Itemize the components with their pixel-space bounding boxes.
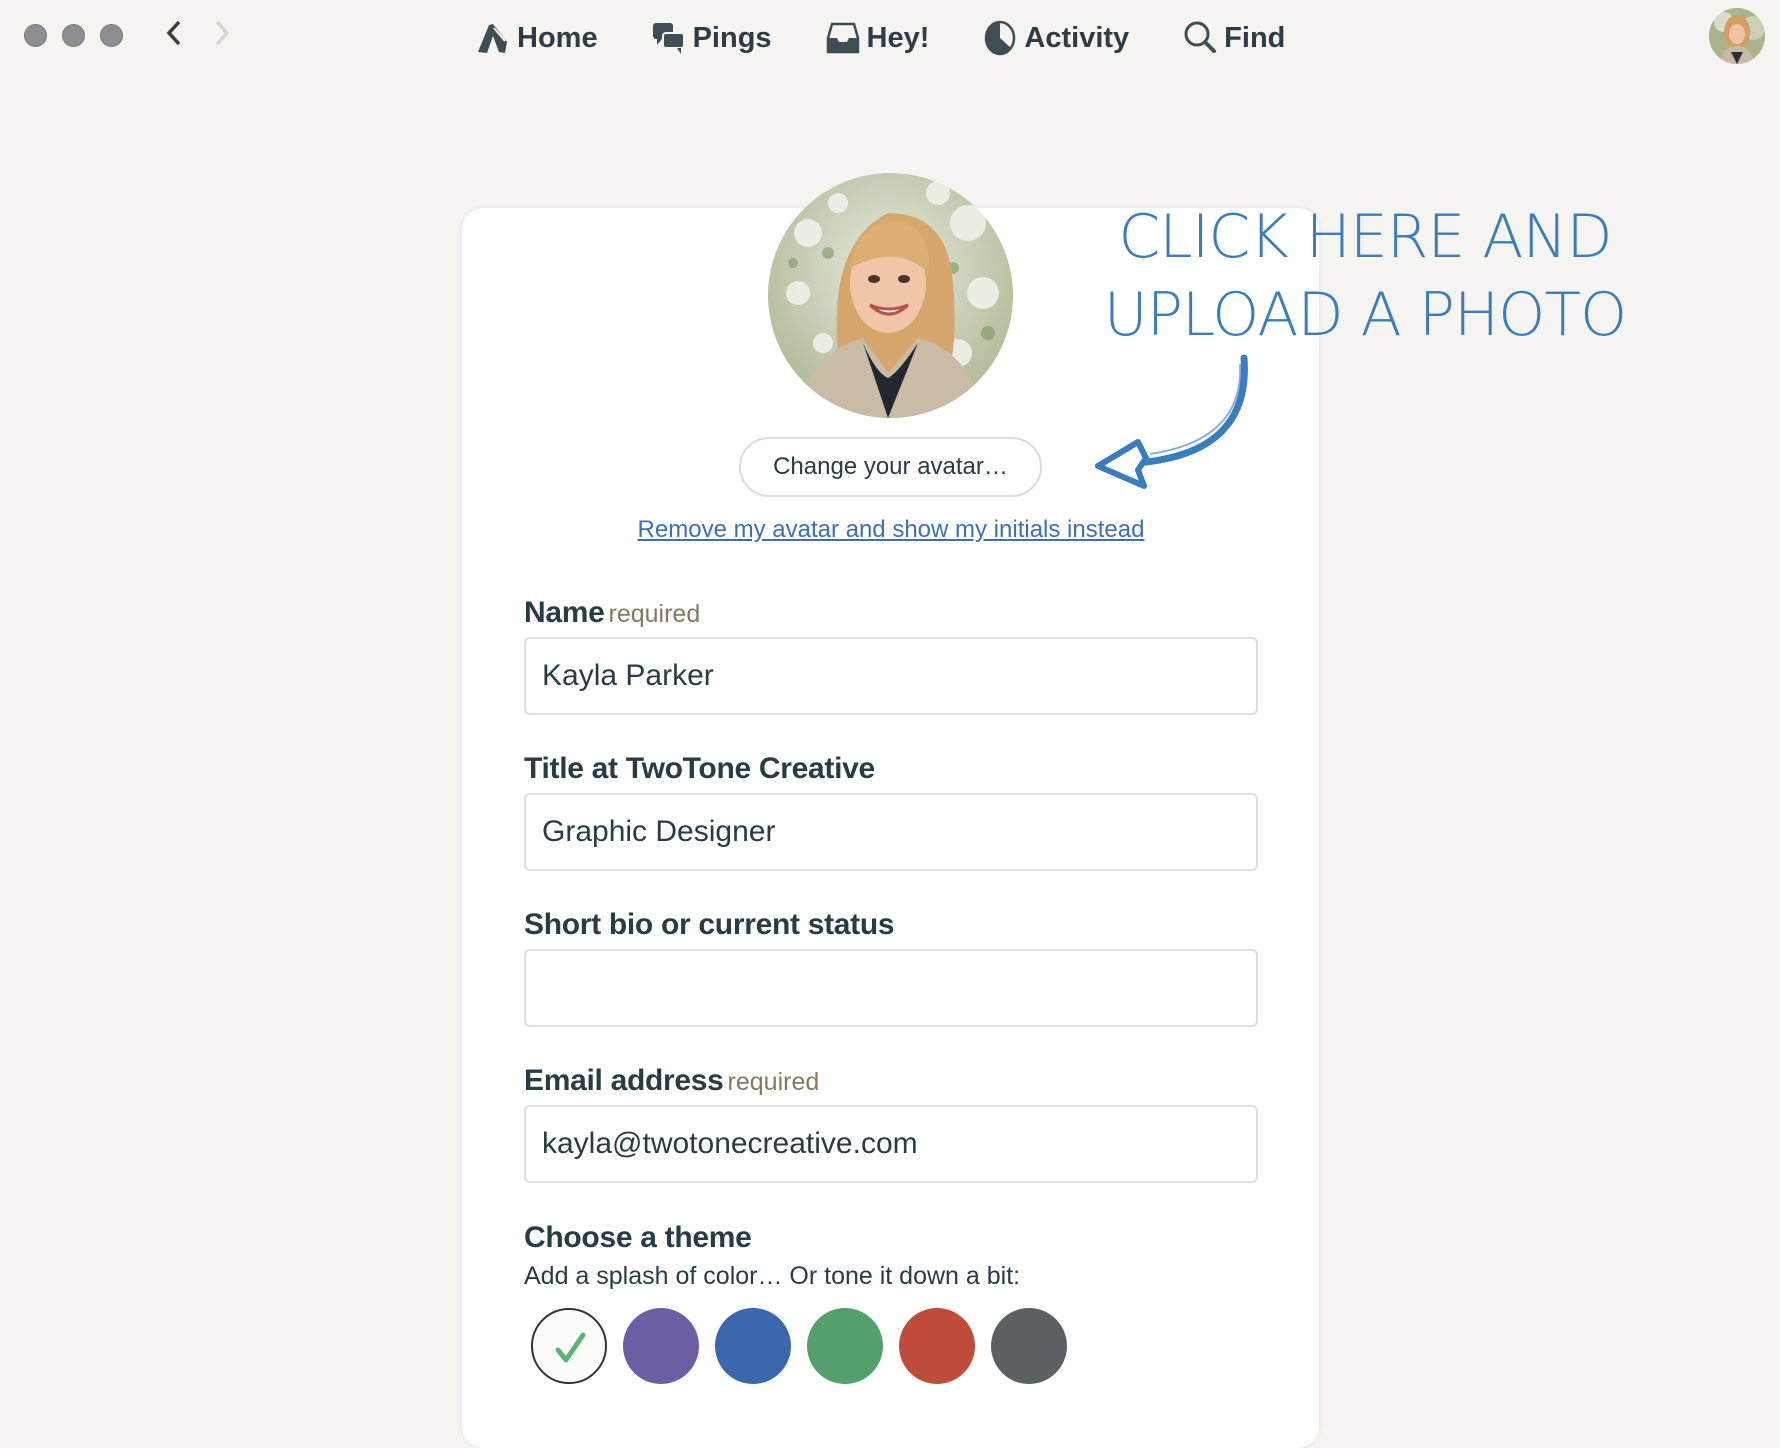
forward-button[interactable] bbox=[212, 18, 232, 56]
name-label-text: Name bbox=[524, 596, 605, 629]
bio-label: Short bio or current status bbox=[524, 908, 895, 941]
window-controls bbox=[24, 24, 123, 47]
chevron-right-icon bbox=[215, 20, 230, 46]
theme-swatch-blue[interactable] bbox=[715, 1308, 791, 1384]
zoom-window-button[interactable] bbox=[100, 24, 123, 47]
close-window-button[interactable] bbox=[24, 24, 47, 47]
theme-subheading: Add a splash of color… Or tone it down a… bbox=[524, 1262, 1021, 1290]
upload-photo-callout: CLICK HERE AND UPLOAD A PHOTO bbox=[1100, 198, 1630, 354]
nav-activity[interactable]: Activity bbox=[982, 16, 1129, 60]
user-avatar[interactable] bbox=[1709, 8, 1765, 64]
nav-home[interactable]: Home bbox=[475, 16, 598, 60]
profile-avatar[interactable] bbox=[768, 173, 1013, 418]
nav-home-label: Home bbox=[517, 21, 598, 54]
minimize-window-button[interactable] bbox=[62, 24, 85, 47]
email-required-label: required bbox=[727, 1068, 820, 1096]
pie-clock-icon bbox=[985, 20, 1016, 56]
bio-input[interactable] bbox=[524, 949, 1258, 1027]
nav-pings[interactable]: Pings bbox=[651, 16, 772, 60]
nav-find-label: Find bbox=[1224, 21, 1286, 54]
change-avatar-button[interactable]: Change your avatar… bbox=[739, 437, 1042, 497]
curved-arrow-icon bbox=[1095, 354, 1248, 489]
nav-find[interactable]: Find bbox=[1182, 16, 1285, 60]
email-label: Email address required bbox=[524, 1064, 819, 1098]
home-tent-icon bbox=[478, 24, 507, 53]
nav-activity-label: Activity bbox=[1024, 21, 1130, 54]
theme-swatch-purple[interactable] bbox=[623, 1308, 699, 1384]
email-input[interactable] bbox=[524, 1105, 1258, 1183]
profile-photo bbox=[768, 173, 1013, 418]
name-required-label: required bbox=[608, 600, 701, 628]
callout-line-2: UPLOAD A PHOTO bbox=[1103, 280, 1627, 350]
callout-line-1: CLICK HERE AND bbox=[1118, 202, 1612, 272]
theme-swatch-default[interactable] bbox=[531, 1308, 607, 1384]
main-nav: Home Pings Hey! Activity Find bbox=[475, 16, 1338, 60]
name-input[interactable] bbox=[524, 637, 1258, 715]
theme-swatch-green[interactable] bbox=[807, 1308, 883, 1384]
remove-avatar-link[interactable]: Remove my avatar and show my initials in… bbox=[617, 516, 1165, 544]
checkmark-icon bbox=[555, 1332, 586, 1363]
theme-swatch-red[interactable] bbox=[899, 1308, 975, 1384]
theme-swatches bbox=[531, 1308, 1067, 1384]
back-button[interactable] bbox=[164, 18, 184, 56]
title-label: Title at TwoTone Creative bbox=[524, 752, 875, 785]
inbox-tray-icon bbox=[826, 22, 859, 54]
title-input[interactable] bbox=[524, 793, 1258, 871]
nav-pings-label: Pings bbox=[692, 21, 772, 54]
search-icon bbox=[1184, 21, 1217, 53]
theme-swatch-gray[interactable] bbox=[991, 1308, 1067, 1384]
email-label-text: Email address bbox=[524, 1064, 724, 1097]
theme-heading: Choose a theme bbox=[524, 1221, 752, 1254]
nav-hey[interactable]: Hey! bbox=[825, 16, 930, 60]
name-label: Name required bbox=[524, 596, 700, 630]
chevron-left-icon bbox=[166, 20, 181, 46]
user-avatar-photo bbox=[1709, 8, 1765, 64]
chat-bubbles-icon bbox=[652, 23, 685, 54]
nav-hey-label: Hey! bbox=[866, 21, 930, 54]
